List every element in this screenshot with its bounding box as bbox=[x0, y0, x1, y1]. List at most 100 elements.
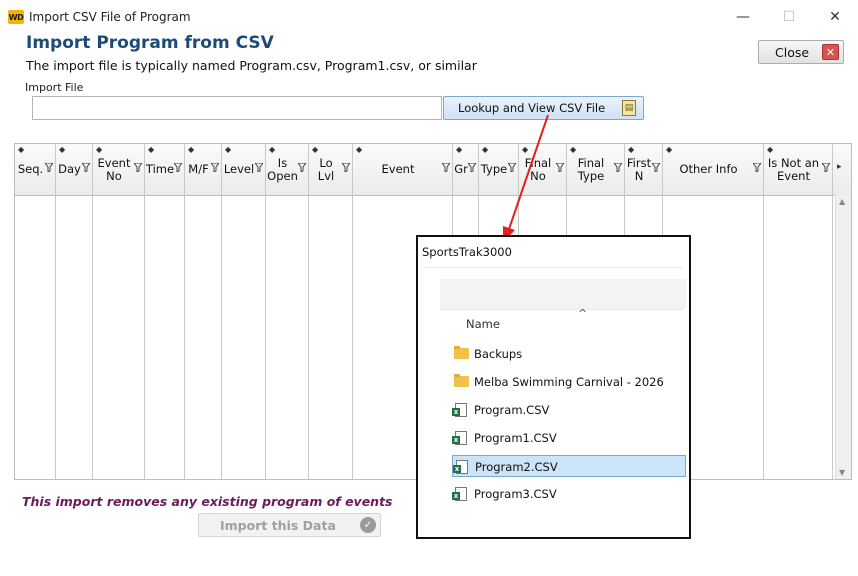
excel-csv-icon bbox=[452, 431, 467, 445]
scroll-down-icon[interactable]: ▼ bbox=[839, 468, 845, 477]
file-name: Melba Swimming Carnival - 2026 bbox=[474, 375, 664, 389]
lookup-csv-button-label: Lookup and View CSV File bbox=[458, 101, 606, 115]
grid-column-header[interactable]: ◆ Other Info bbox=[663, 144, 764, 195]
grid-column-header[interactable]: ◆ Is Not an Event bbox=[764, 144, 833, 195]
csv-file-item[interactable]: Program2.CSV bbox=[452, 455, 686, 477]
file-name: Program2.CSV bbox=[475, 460, 558, 474]
grid-column-cells[interactable] bbox=[145, 195, 185, 479]
column-header-label: Other Info bbox=[679, 162, 738, 176]
filter-icon[interactable] bbox=[255, 163, 263, 172]
filter-icon[interactable] bbox=[174, 163, 182, 172]
filter-icon[interactable] bbox=[82, 163, 90, 172]
grid-column-header[interactable]: ◆ Seq. bbox=[15, 144, 56, 195]
close-x-icon: ✕ bbox=[822, 44, 839, 60]
grid-column-cells[interactable] bbox=[15, 195, 56, 479]
column-header-label: Final Type bbox=[577, 155, 605, 183]
file-browser-dialog: SportsTrak3000 ^ Name Backups Melba Swimm… bbox=[416, 235, 691, 539]
grid-column-cells[interactable] bbox=[764, 195, 833, 479]
excel-csv-icon bbox=[452, 403, 467, 417]
column-header-label: First N bbox=[626, 155, 652, 183]
filter-icon[interactable] bbox=[822, 163, 830, 172]
grid-column-cells[interactable] bbox=[309, 195, 353, 479]
column-header-label: Event No bbox=[97, 155, 131, 183]
sort-up-icon[interactable]: ^ bbox=[578, 307, 587, 320]
grid-column-header[interactable]: ◆ Is Open bbox=[266, 144, 309, 195]
file-name: Backups bbox=[474, 347, 523, 361]
excel-csv-icon bbox=[452, 487, 467, 501]
import-data-button[interactable]: Import this Data ✓ bbox=[198, 513, 381, 537]
grid-column-header[interactable]: ◆ Type bbox=[479, 144, 519, 195]
minimize-button[interactable]: — bbox=[720, 4, 766, 30]
page-subtext: The import file is typically named Progr… bbox=[26, 58, 477, 73]
grid-column-cells[interactable] bbox=[266, 195, 309, 479]
folder-icon bbox=[454, 346, 469, 359]
filter-icon[interactable] bbox=[556, 163, 564, 172]
column-header-label: Final No bbox=[524, 155, 552, 183]
grid-column-header[interactable]: ◆ First N bbox=[625, 144, 663, 195]
grid-column-header[interactable]: ◆ Final No bbox=[519, 144, 567, 195]
grid-column-header[interactable]: ◆ Level bbox=[222, 144, 266, 195]
file-view-icon: ▤ bbox=[622, 100, 636, 116]
folder-item[interactable]: Backups bbox=[452, 343, 686, 365]
column-header-label: Seq. bbox=[17, 162, 44, 176]
csv-file-item[interactable]: Program3.CSV bbox=[452, 483, 686, 505]
grid-column-cells[interactable] bbox=[185, 195, 222, 479]
column-header-label: Is Open bbox=[267, 155, 298, 183]
filter-icon[interactable] bbox=[442, 163, 450, 172]
window-close-button[interactable]: ✕ bbox=[812, 4, 858, 30]
close-button[interactable]: Close ✕ bbox=[758, 40, 844, 64]
column-header-label: Day bbox=[58, 162, 81, 176]
column-header-label: Time bbox=[145, 162, 175, 176]
grid-column-header[interactable]: ◆ Time bbox=[145, 144, 185, 195]
column-header-label: Is Not an Event bbox=[767, 155, 820, 183]
excel-csv-icon bbox=[453, 460, 468, 474]
file-name: Program.CSV bbox=[474, 403, 550, 417]
name-column-header[interactable]: Name bbox=[466, 317, 500, 331]
filter-icon[interactable] bbox=[211, 163, 219, 172]
grid-column-header[interactable]: ◆ Day bbox=[56, 144, 93, 195]
filter-icon[interactable] bbox=[134, 163, 142, 172]
maximize-button[interactable]: ☐ bbox=[766, 4, 812, 30]
import-warning: This import removes any existing program… bbox=[22, 494, 393, 509]
csv-file-item[interactable]: Program1.CSV bbox=[452, 427, 686, 449]
filter-icon[interactable] bbox=[614, 163, 622, 172]
file-name: Program3.CSV bbox=[474, 487, 557, 501]
grid-column-cells[interactable] bbox=[56, 195, 93, 479]
grid-header: ◆ Seq. ◆ Day ◆ Event No ◆ Time ◆ M/F ◆ Level ◆ Is Ope… bbox=[15, 144, 851, 196]
filter-icon[interactable] bbox=[652, 163, 660, 172]
scroll-right-icon[interactable]: ▸ bbox=[837, 162, 842, 172]
check-icon: ✓ bbox=[360, 517, 376, 533]
grid-column-cells[interactable] bbox=[93, 195, 145, 479]
filter-icon[interactable] bbox=[298, 163, 306, 172]
column-header-label: Event bbox=[381, 162, 415, 176]
window-title: Import CSV File of Program bbox=[29, 10, 191, 24]
grid-column-header[interactable]: ◆ M/F bbox=[185, 144, 222, 195]
file-name: Program1.CSV bbox=[474, 431, 557, 445]
folder-item[interactable]: Melba Swimming Carnival - 2026 bbox=[452, 371, 686, 393]
grid-column-header[interactable]: ◆ Event bbox=[353, 144, 453, 195]
filter-icon[interactable] bbox=[45, 163, 53, 172]
import-file-label: Import File bbox=[25, 81, 84, 94]
column-header-label: M/F bbox=[188, 162, 209, 176]
close-button-label: Close bbox=[775, 45, 810, 60]
filter-icon[interactable] bbox=[342, 163, 350, 172]
filter-icon[interactable] bbox=[508, 163, 516, 172]
scroll-up-icon[interactable]: ▲ bbox=[839, 197, 845, 206]
grid-column-header[interactable]: ◆ Event No bbox=[93, 144, 145, 195]
column-header-label: Level bbox=[223, 162, 255, 176]
filter-icon[interactable] bbox=[468, 163, 476, 172]
grid-column-header[interactable]: ◆ Gr bbox=[453, 144, 479, 195]
grid-column-cells[interactable] bbox=[222, 195, 266, 479]
page-heading: Import Program from CSV bbox=[26, 33, 274, 53]
csv-file-item[interactable]: Program.CSV bbox=[452, 399, 686, 421]
import-file-input[interactable] bbox=[32, 96, 442, 120]
header-divider bbox=[440, 309, 683, 310]
column-header-label: Lo Lvl bbox=[317, 155, 335, 183]
grid-column-header[interactable]: ◆ Lo Lvl bbox=[309, 144, 353, 195]
vertical-scrollbar[interactable]: ▲ ▼ bbox=[835, 195, 851, 479]
column-header-label: Gr bbox=[454, 162, 468, 176]
app-logo-icon: WD bbox=[8, 10, 24, 24]
lookup-csv-button[interactable]: Lookup and View CSV File ▤ bbox=[443, 96, 644, 120]
grid-column-header[interactable]: ◆ Final Type bbox=[567, 144, 625, 195]
filter-icon[interactable] bbox=[753, 163, 761, 172]
